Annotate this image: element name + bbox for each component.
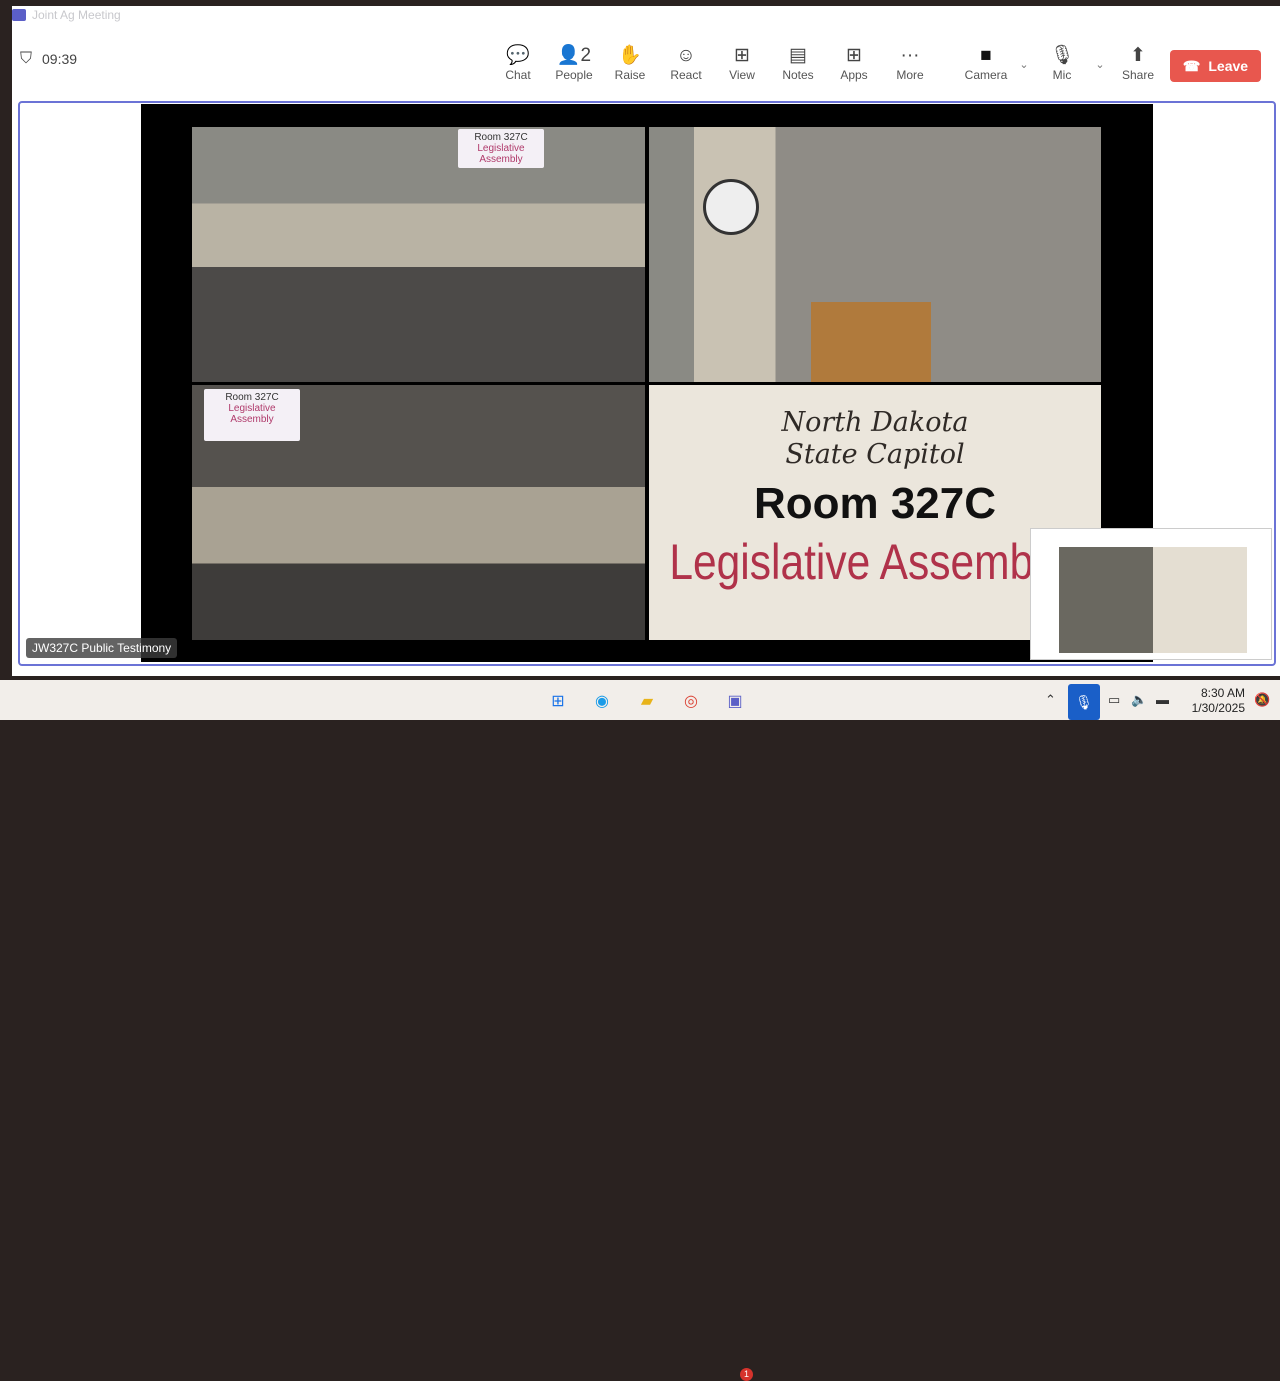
camera-icon: ■ <box>980 45 992 66</box>
smiley-icon: ☺ <box>676 45 696 66</box>
label: Raise <box>614 68 646 82</box>
notification-bell-icon[interactable]: 🔕 <box>1254 692 1270 708</box>
meeting-toolbar: 💬 Chat 👤2 People ✋ Raise ☺ React ⊞ View ▤ Note… <box>490 44 1166 82</box>
file-explorer-icon[interactable]: ▰ <box>634 688 660 714</box>
teams-icon[interactable]: ▣ <box>722 688 748 714</box>
time: 8:30 AM <box>1200 686 1245 700</box>
slide-title: Legislative Assembly <box>669 534 1064 590</box>
share-icon: ⬆ <box>1130 45 1146 66</box>
taskbar-clock[interactable]: 8:30 AM 1/30/2025 <box>1180 686 1245 716</box>
podium <box>811 302 931 382</box>
camera-feed-podium <box>649 127 1101 382</box>
label: Apps <box>840 68 868 82</box>
hand-icon: ✋ <box>618 45 642 66</box>
camera-options-chevron-down-icon[interactable]: ⌄ <box>1014 44 1034 82</box>
participant-name-label: JW327C Public Testimony <box>26 638 178 658</box>
camera-button[interactable]: ■ Camera <box>958 44 1014 82</box>
sign-name: Legislative Assembly <box>477 143 525 165</box>
leave-button[interactable]: ☎ Leave <box>1170 50 1261 82</box>
timer-text: 09:39 <box>42 51 78 67</box>
date: 1/30/2025 <box>1191 701 1245 715</box>
people-button[interactable]: 👤2 People <box>546 44 602 82</box>
meeting-timer: ⛉ 09:39 <box>20 50 77 68</box>
label: More <box>896 68 924 82</box>
shield-icon: ⛉ <box>20 50 33 67</box>
clock-icon <box>703 179 759 235</box>
notes-button[interactable]: ▤ Notes <box>770 44 826 82</box>
room-display: Room 327C Legislative Assembly <box>204 389 300 441</box>
teams-logo-icon <box>12 9 26 21</box>
slide-line2: State Capitol <box>785 439 965 470</box>
label: React <box>670 68 702 82</box>
plus-icon: ⊞ <box>846 45 862 66</box>
title-bar: Joint Ag Meeting <box>12 8 121 22</box>
raise-hand-button[interactable]: ✋ Raise <box>602 44 658 82</box>
self-view-thumbnail[interactable] <box>1030 528 1272 660</box>
react-button[interactable]: ☺ React <box>658 44 714 82</box>
slide-room: Room 327C <box>753 479 997 528</box>
chrome-icon[interactable]: ◎ <box>678 688 704 714</box>
camera-feed-committee-room: Room 327C Legislative Assembly <box>192 127 645 382</box>
room-sign: Room 327C Legislative Assembly <box>458 129 544 168</box>
mic-button[interactable]: 🎙 Mic <box>1034 44 1090 82</box>
share-button[interactable]: ⬆ Share <box>1110 44 1166 82</box>
battery-icon[interactable]: ▬ <box>1156 692 1169 707</box>
thumbnail-video <box>1059 547 1247 653</box>
label: View <box>729 68 755 82</box>
mic-in-use-icon[interactable]: 🎙 <box>1068 684 1100 720</box>
grid-icon: ⊞ <box>734 45 750 66</box>
chat-icon: 💬 <box>506 45 530 66</box>
network-icon[interactable]: ▭ <box>1108 692 1120 708</box>
phone-hangup-icon: ☎ <box>1182 57 1201 74</box>
sign-room: Room 327C <box>225 392 279 403</box>
chat-button[interactable]: 💬 Chat <box>490 44 546 82</box>
mic-icon: 🎙 <box>1049 45 1075 66</box>
label: Mic <box>1052 68 1072 82</box>
apps-button[interactable]: ⊞ Apps <box>826 44 882 82</box>
label: People <box>555 68 593 82</box>
chevron-up-icon[interactable]: ⌃ <box>1045 692 1056 708</box>
sign-name: Legislative Assembly <box>228 403 276 425</box>
slide-line1: North Dakota <box>781 407 969 438</box>
sign-room: Room 327C <box>474 132 528 143</box>
teams-notification-badge: 1 <box>740 1368 753 1381</box>
mic-options-chevron-down-icon[interactable]: ⌄ <box>1090 44 1110 82</box>
slide-heading: North Dakota State Capitol <box>649 407 1101 471</box>
camera-feed-committee-table: Room 327C Legislative Assembly <box>192 385 645 640</box>
label: Notes <box>782 68 814 82</box>
volume-icon[interactable]: 🔈 <box>1131 692 1147 708</box>
more-button[interactable]: ··· More <box>882 44 938 82</box>
window-title: Joint Ag Meeting <box>32 8 121 22</box>
notes-icon: ▤ <box>789 45 807 66</box>
label: Share <box>1121 68 1155 82</box>
view-button[interactable]: ⊞ View <box>714 44 770 82</box>
leave-label: Leave <box>1208 58 1249 74</box>
people-icon: 👤2 <box>556 45 592 66</box>
more-icon: ··· <box>900 45 920 66</box>
label: Camera <box>964 68 1008 82</box>
start-windows-icon[interactable]: ⊞ <box>545 688 571 714</box>
edge-icon[interactable]: ◉ <box>589 688 615 714</box>
label: Chat <box>505 68 531 82</box>
